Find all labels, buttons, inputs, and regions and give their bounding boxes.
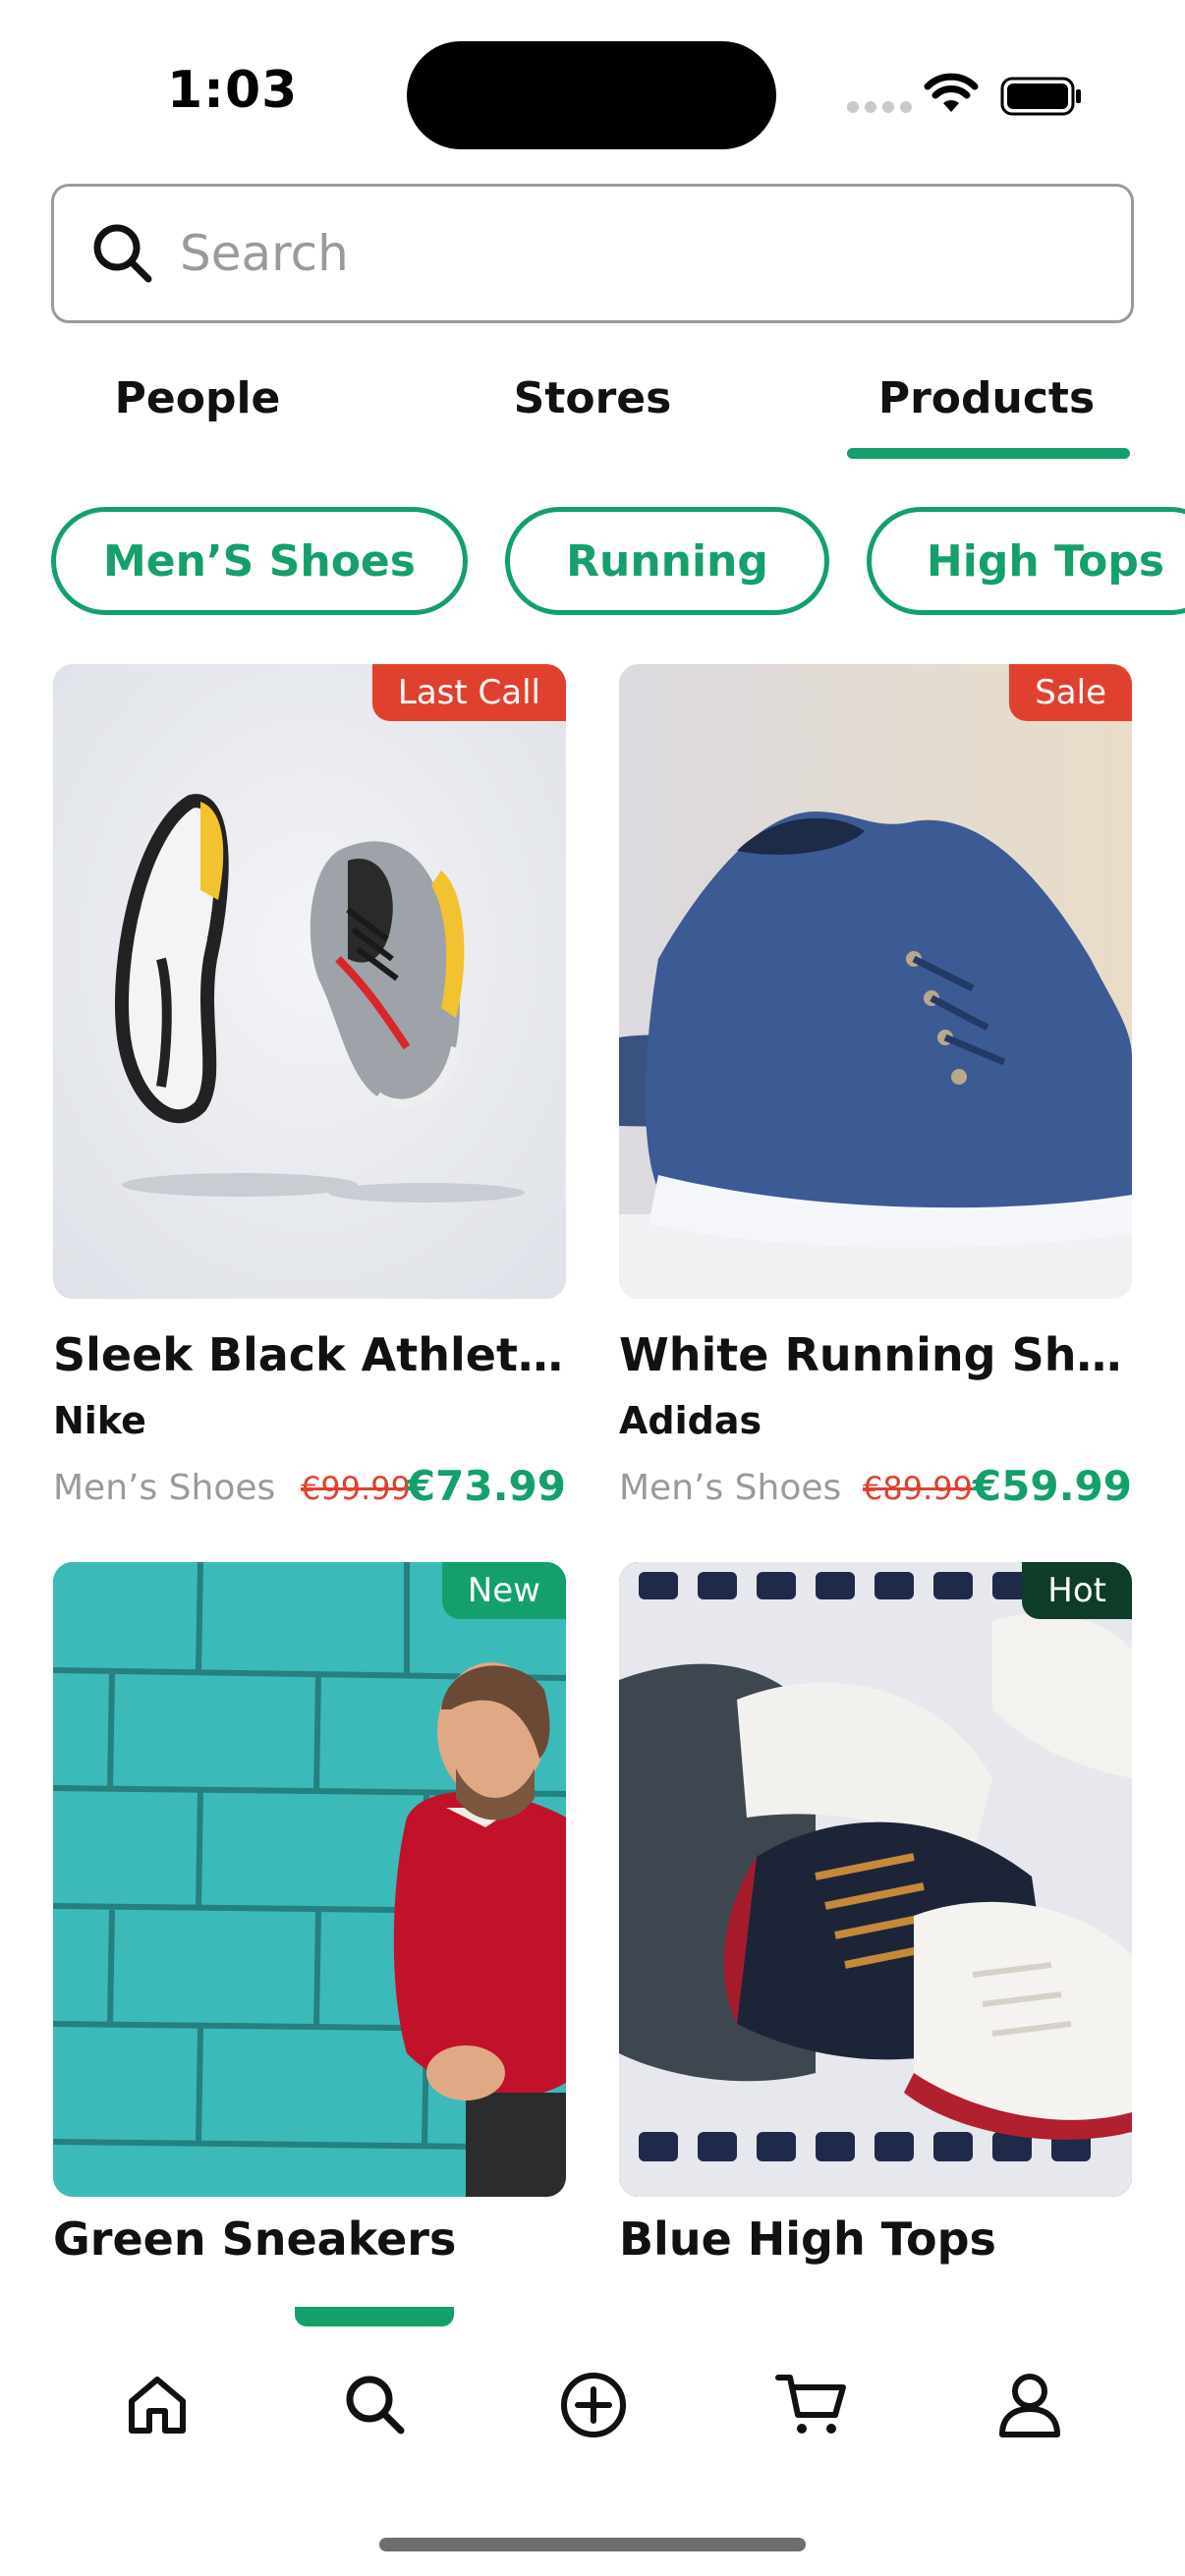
chip-mens-shoes[interactable]: Men’S Shoes — [51, 507, 468, 615]
chip-running[interactable]: Running — [505, 507, 829, 615]
nav-cart-button[interactable] — [762, 2356, 861, 2454]
active-tab-indicator — [847, 448, 1130, 459]
product-title: Sleek Black Athletic S… — [53, 1328, 566, 1381]
product-image: New — [53, 1562, 566, 2197]
man-brick-wall-illustration — [53, 1562, 566, 2197]
product-old-price: €89.99 — [863, 1470, 973, 1507]
product-title: Green Sneakers — [53, 2212, 457, 2266]
status-time: 1:03 — [167, 61, 299, 120]
nav-home-button[interactable] — [108, 2356, 206, 2454]
dynamic-island — [407, 41, 776, 149]
cart-icon — [775, 2375, 846, 2434]
product-title: Blue High Tops — [619, 2212, 996, 2266]
product-title: White Running Shoes — [619, 1328, 1132, 1381]
home-indicator — [379, 2538, 806, 2551]
search-icon — [93, 224, 152, 283]
category-chips: Men’S Shoes Running High Tops — [0, 507, 1185, 617]
product-category: Men’s Shoes — [619, 1468, 842, 1508]
product-image: Last Call — [53, 664, 566, 1299]
product-brand: Adidas — [619, 1399, 762, 1442]
sneakers-basket-illustration — [619, 1562, 1132, 2197]
nav-profile-button[interactable] — [981, 2356, 1079, 2454]
cellular-signal-icon — [847, 101, 912, 113]
tab-people[interactable]: People — [115, 373, 281, 423]
search-icon — [346, 2376, 405, 2435]
product-image: Hot — [619, 1562, 1132, 2197]
product-badge: New — [441, 1562, 566, 1619]
product-brand: Nike — [53, 1399, 146, 1442]
product-image: Sale — [619, 664, 1132, 1299]
search-input[interactable] — [180, 187, 1064, 320]
home-icon — [129, 2377, 186, 2434]
bottom-nav — [0, 2307, 1185, 2576]
canvas-shoe-illustration — [619, 664, 1132, 1299]
product-badge: Hot — [1022, 1562, 1132, 1619]
nav-search-button[interactable] — [326, 2356, 424, 2454]
product-price: €59.99 — [972, 1462, 1132, 1510]
wifi-icon — [924, 73, 979, 112]
add-circle-icon — [561, 2373, 626, 2437]
search-scope-tabs: People Stores Products — [0, 364, 1185, 462]
product-category: Men’s Shoes — [53, 1468, 276, 1508]
tab-stores[interactable]: Stores — [514, 373, 672, 423]
nav-add-button[interactable] — [544, 2356, 643, 2454]
battery-icon — [1000, 77, 1081, 116]
product-price: €73.99 — [406, 1462, 566, 1510]
chip-high-tops[interactable]: High Tops — [867, 507, 1185, 615]
product-badge: Sale — [1009, 664, 1132, 721]
search-bar[interactable] — [51, 184, 1134, 323]
profile-icon — [999, 2374, 1060, 2437]
active-nav-indicator — [295, 2307, 454, 2326]
sneaker-pair-illustration — [53, 664, 566, 1299]
tab-products[interactable]: Products — [878, 373, 1095, 423]
product-old-price: €99.99 — [301, 1470, 411, 1507]
product-badge: Last Call — [371, 664, 566, 721]
